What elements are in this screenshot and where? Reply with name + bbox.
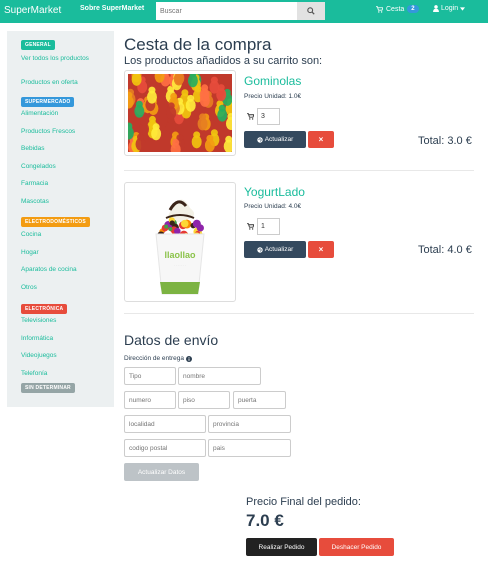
cart-icon [244, 108, 257, 125]
place-order-button[interactable]: Realizar Pedido [246, 538, 317, 556]
cart-icon [376, 5, 383, 13]
page-title: Cesta de la compra [124, 35, 272, 54]
update-address-button[interactable]: Actualizar Datos [124, 463, 199, 481]
category-supermercado: SUPERMERCADO [21, 97, 75, 107]
update-label: Actualizar [264, 246, 294, 253]
cart-count-badge: 2 [407, 5, 419, 13]
sidebar-item-pets[interactable]: Mascotas [21, 197, 49, 206]
remove-button[interactable]: × [308, 241, 334, 258]
login-dropdown[interactable]: Login [433, 5, 466, 12]
product-total: Total: 4.0 € [418, 244, 472, 256]
sidebar-item-computing[interactable]: Informática [21, 334, 53, 343]
shipping-title: Datos de envío [124, 332, 219, 348]
caret-down-icon [460, 6, 466, 11]
final-price-label: Precio Final del pedido: [246, 496, 361, 508]
user-icon [433, 5, 439, 12]
login-label: Login [441, 5, 459, 12]
sidebar-item-kitchen-appliances[interactable]: Aparatos de cocina [21, 265, 77, 274]
localidad-field[interactable] [124, 415, 206, 433]
product-image-yogurtlado[interactable]: llaollao · · · · · · · [124, 182, 236, 302]
cup-brand-text: llaollao [164, 250, 196, 260]
refresh-icon [257, 246, 263, 253]
provincia-field[interactable] [208, 415, 291, 433]
search-input[interactable] [156, 2, 298, 20]
about-link[interactable]: Sobre SuperMarket [80, 5, 144, 12]
quantity-group [244, 218, 280, 235]
sidebar: GENERAL Ver todos los productos Producto… [7, 31, 114, 407]
nombre-field[interactable] [178, 367, 261, 385]
cart-icon [244, 218, 257, 235]
svg-text:· · · · · · ·: · · · · · · · [174, 263, 186, 267]
final-price-amount: 7.0 € [246, 511, 284, 530]
page-subtitle: Los productos añadidos a su carrito son: [124, 55, 323, 67]
quantity-input[interactable] [257, 108, 280, 125]
cart-label: Cesta [386, 5, 405, 13]
codigo-postal-field[interactable] [124, 439, 206, 457]
divider [124, 313, 474, 314]
info-icon [185, 355, 192, 362]
sidebar-item-all-products[interactable]: Ver todos los productos [21, 54, 89, 63]
search-icon [307, 7, 315, 15]
product-name[interactable]: Gominolas [244, 74, 301, 88]
category-electrodomesticos: ELECTRODOMÉSTICOS [21, 217, 90, 227]
sidebar-item-drinks[interactable]: Bebidas [21, 144, 45, 153]
category-general: GENERAL [21, 40, 55, 50]
undo-order-button[interactable]: Deshacer Pedido [319, 538, 394, 556]
sidebar-item-phones[interactable]: Telefonía [21, 369, 47, 378]
puerta-field[interactable] [233, 391, 286, 409]
address-label-text: Dirección de entrega [124, 355, 184, 362]
quantity-group [244, 108, 280, 125]
numero-field[interactable] [124, 391, 176, 409]
frozen-yogurt-image: llaollao · · · · · · · [128, 186, 232, 298]
product-unit-price: Precio Unidad: 1.0€ [244, 93, 302, 100]
sidebar-item-frozen[interactable]: Congelados [21, 162, 56, 171]
divider [124, 170, 474, 171]
sidebar-item-others[interactable]: Otros [21, 283, 37, 292]
address-label: Dirección de entrega [124, 355, 192, 362]
remove-button[interactable]: × [308, 131, 334, 148]
piso-field[interactable] [178, 391, 230, 409]
category-sin-determinar[interactable]: SIN DETERMINAR [21, 383, 75, 393]
gummy-bears-image [125, 71, 235, 155]
quantity-input[interactable] [257, 218, 280, 235]
tipo-field[interactable] [124, 367, 176, 385]
sidebar-item-home[interactable]: Hogar [21, 248, 39, 257]
update-button[interactable]: Actualizar [244, 241, 306, 258]
brand-link[interactable]: SuperMarket [4, 5, 61, 16]
update-label: Actualizar [264, 136, 294, 143]
sidebar-item-fresh[interactable]: Productos Frescos [21, 127, 75, 136]
cart-link[interactable]: Cesta 2 [376, 5, 419, 13]
product-unit-price: Precio Unidad: 4.0€ [244, 203, 302, 210]
sidebar-item-videogames[interactable]: Videojuegos [21, 351, 57, 360]
product-image-gominolas[interactable] [124, 70, 236, 156]
sidebar-item-pharmacy[interactable]: Farmacia [21, 179, 48, 188]
sidebar-item-food[interactable]: Alimentación [21, 109, 58, 118]
update-button[interactable]: Actualizar [244, 131, 306, 148]
product-total: Total: 3.0 € [418, 135, 472, 147]
sidebar-item-kitchen[interactable]: Cocina [21, 230, 41, 239]
navbar: SuperMarket Sobre SuperMarket Cesta 2 Lo… [0, 0, 488, 23]
search-button[interactable] [297, 2, 325, 20]
refresh-icon [257, 136, 263, 143]
sidebar-item-offers[interactable]: Productos en oferta [21, 78, 78, 87]
category-electronica: ELECTRÓNICA [21, 304, 68, 314]
pais-field[interactable] [208, 439, 291, 457]
product-name[interactable]: YogurtLado [244, 185, 305, 199]
sidebar-item-tvs[interactable]: Televisiones [21, 316, 56, 325]
